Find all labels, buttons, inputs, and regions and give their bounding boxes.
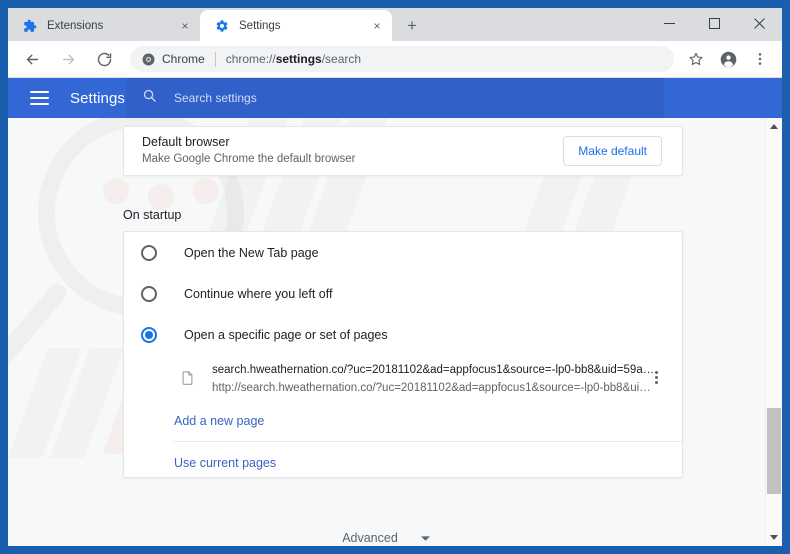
scroll-down-arrow-icon[interactable] (766, 529, 782, 546)
settings-scroll-region: Default browser Make Google Chrome the d… (8, 118, 765, 546)
tab-close-icon[interactable]: × (368, 17, 386, 35)
add-new-page-link[interactable]: Add a new page (124, 400, 682, 441)
chrome-chip-label: Chrome (162, 52, 205, 66)
radio-button[interactable] (141, 244, 157, 261)
default-browser-title: Default browser (142, 135, 230, 149)
minimize-icon[interactable] (647, 8, 692, 39)
settings-gear-icon (214, 18, 230, 34)
default-browser-subtitle: Make Google Chrome the default browser (142, 153, 356, 165)
radio-button[interactable] (141, 285, 157, 302)
reload-icon[interactable] (90, 45, 118, 73)
make-default-button[interactable]: Make default (563, 136, 662, 166)
startup-page-title: search.hweathernation.co/?uc=20181102&ad… (212, 363, 655, 376)
new-tab-button[interactable]: + (398, 11, 426, 39)
close-icon[interactable] (737, 8, 782, 39)
startup-option-new-tab[interactable]: Open the New Tab page (124, 232, 682, 273)
search-input[interactable]: Search settings (126, 78, 664, 118)
startup-page-texts: search.hweathernation.co/?uc=20181102&ad… (212, 360, 654, 396)
tab-close-icon[interactable]: × (176, 17, 194, 35)
startup-page-three-dot-menu-icon[interactable] (644, 371, 668, 384)
tab-extensions[interactable]: Extensions × (8, 10, 200, 41)
on-startup-section-label: On startup (123, 208, 182, 222)
tab-settings[interactable]: Settings × (200, 10, 392, 41)
use-current-pages-label: Use current pages (174, 455, 277, 470)
omnibox-divider (214, 51, 216, 67)
browser-window: Extensions × Settings × + Chrome chrome:… (8, 8, 782, 546)
extension-puzzle-icon (22, 18, 38, 34)
startup-option-continue[interactable]: Continue where you left off (124, 273, 682, 314)
tab-label: Extensions (47, 19, 104, 32)
on-startup-card: Open the New Tab page Continue where you… (123, 231, 683, 478)
add-new-page-label: Add a new page (174, 413, 265, 428)
window-controls (647, 8, 782, 39)
scrollbar-thumb[interactable] (767, 408, 781, 494)
omnibox-url-text: chrome://settings/search (226, 52, 361, 66)
profile-avatar-icon[interactable] (714, 45, 742, 73)
advanced-expander[interactable]: Advanced (8, 518, 765, 546)
page-title: Settings (70, 89, 125, 107)
url-bold-segment: settings (275, 52, 322, 66)
startup-option-label: Open the New Tab page (184, 245, 319, 260)
maximize-icon[interactable] (692, 8, 737, 39)
startup-option-label: Continue where you left off (184, 286, 333, 301)
search-placeholder: Search settings (174, 91, 257, 105)
startup-page-entry: search.hweathernation.co/?uc=20181102&ad… (124, 355, 682, 400)
startup-option-specific-page[interactable]: Open a specific page or set of pages (124, 314, 682, 355)
chrome-site-chip: Chrome (142, 52, 205, 66)
use-current-pages-link[interactable]: Use current pages (124, 442, 682, 483)
settings-content-area: Default browser Make Google Chrome the d… (8, 118, 782, 546)
tab-label: Settings (239, 19, 281, 32)
page-document-icon (178, 369, 196, 387)
browser-toolbar: Chrome chrome://settings/search (8, 41, 782, 78)
three-dot-menu-icon[interactable] (746, 45, 774, 73)
chevron-down-icon (420, 535, 431, 542)
hamburger-menu-icon[interactable] (30, 86, 54, 110)
forward-arrow-icon (54, 45, 82, 73)
star-icon[interactable] (682, 45, 710, 73)
advanced-label: Advanced (342, 531, 398, 545)
url-prefix: chrome:// (225, 52, 276, 66)
vertical-scrollbar[interactable] (765, 118, 782, 546)
default-browser-texts: Default browser Make Google Chrome the d… (142, 134, 563, 168)
search-icon (142, 88, 157, 108)
url-suffix: /search (321, 52, 362, 66)
browser-window-frame: Extensions × Settings × + Chrome chrome:… (0, 0, 790, 554)
chrome-logo-icon (142, 53, 155, 65)
default-browser-card: Default browser Make Google Chrome the d… (123, 126, 683, 176)
radio-button-selected[interactable] (141, 326, 157, 343)
back-arrow-icon[interactable] (18, 45, 46, 73)
address-bar[interactable]: Chrome chrome://settings/search (130, 46, 674, 72)
settings-header-bar: Settings Search settings (8, 78, 782, 118)
startup-page-url: http://search.hweathernation.co/?uc=2018… (212, 381, 651, 394)
startup-option-label: Open a specific page or set of pages (184, 327, 388, 342)
tab-strip: Extensions × Settings × + (8, 8, 782, 41)
scroll-up-arrow-icon[interactable] (766, 118, 782, 135)
